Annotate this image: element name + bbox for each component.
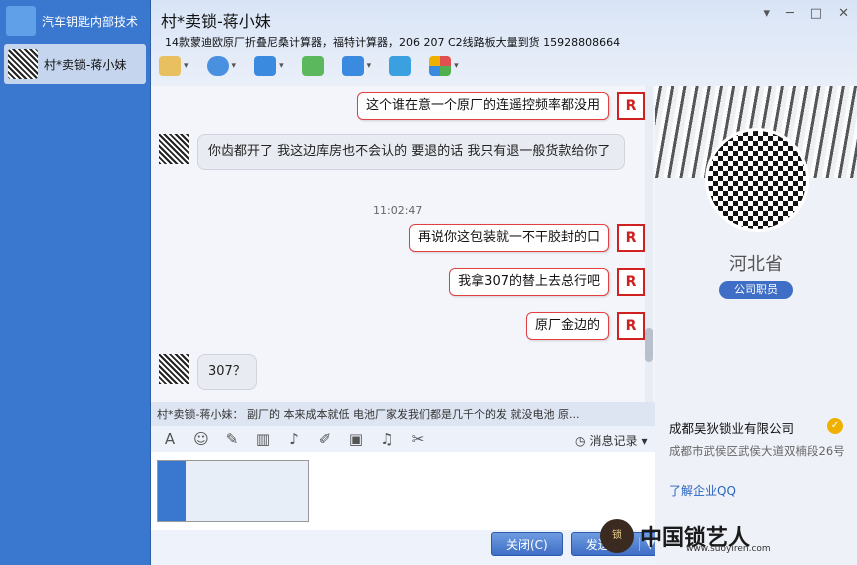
maximize-icon[interactable]: □ [810,6,822,21]
file-transfer-button[interactable]: ▾ [254,56,284,76]
chat-title: 村*卖锁-蒋小妹 [161,12,271,31]
scissors-icon[interactable]: ✂ [409,430,427,448]
contact-profile-panel: 河北省 公司职员 成都吴狄锁业有限公司 ✓ 成都市武侯区武侯大道双楠段26号 了… [655,86,857,565]
voice-message-icon[interactable]: ♪ [285,430,303,448]
microphone-icon [159,56,181,76]
share-screen-icon [389,56,412,76]
remote-desktop-button[interactable]: ▾ [341,56,371,76]
contact-avatar [159,134,189,164]
message-incoming: 你齿都开了 我这边库房也不会认的 要退的话 我只有退一般货款给你了 [159,134,625,170]
window-controls: ▾ ─ □ ✕ [763,6,849,21]
message-bubble: 原厂金边的 [525,312,609,340]
history-label: 消息记录 [589,434,638,448]
sidebar-item-contact[interactable]: 村*卖锁-蒋小妹 [4,44,146,84]
folder-icon [254,56,277,76]
create-discussion-button[interactable] [301,56,324,76]
company-address: 成都市武侯区武侯大道双楠段26号 [669,444,845,458]
font-icon[interactable]: A [161,430,179,448]
profile-role-badge: 公司职员 [719,281,793,299]
scrollbar-thumb[interactable] [645,328,653,362]
message-outgoing: 我拿307的替上去总行吧 R [449,268,645,296]
self-avatar: R [617,312,645,340]
verified-icon: ✓ [827,418,843,434]
profile-avatar[interactable] [705,128,809,232]
new-message-preview[interactable]: 村*卖锁-蒋小妹： 副厂的 本来成本就低 电池厂家发我们都是几千个的发 就没电池… [151,402,655,426]
profile-province: 河北省 [729,254,783,275]
apps-grid-icon [429,56,452,76]
emoji-icon[interactable]: ☺ [192,430,210,448]
message-bubble: 307？ [197,354,257,390]
message-bubble: 再说你这包装就一不干胶封的口 [408,224,609,252]
contact-avatar [8,49,38,79]
message-bubble: 我拿307的替上去总行吧 [449,268,609,296]
message-history-button[interactable]: ◷ 消息记录 ▾ [575,432,648,449]
edit-icon[interactable]: ✐ [316,430,334,448]
camera-icon [206,56,229,76]
minimize-icon[interactable]: ─ [786,6,794,21]
sidebar-item-label: 汽车钥匙内部技术 [42,14,139,29]
message-outgoing: 再说你这包装就一不干胶封的口 R [408,224,645,252]
sidebar-item-group[interactable]: 汽车钥匙内部技术 [0,0,150,42]
menu-icon[interactable]: ▾ [763,6,770,21]
watermark-logo: 锁 中国锁艺人 www.suoyiren.com [600,513,850,559]
chat-window: 村*卖锁-蒋小妹 14款蒙迪欧原厂折叠尼桑计算器，福特计算器，206 207 C… [151,0,857,565]
close-button[interactable]: 关闭(C) [491,532,563,556]
message-bubble: 这个谁在意一个原厂的连遥控频率都没用 [356,92,609,120]
watermark-url: www.suoyiren.com [686,544,771,554]
screen-share-button[interactable] [389,56,412,76]
message-timestamp: 11:02:47 [373,204,423,217]
video-call-button[interactable]: ▾ [206,56,236,76]
logo-seal-icon: 锁 [600,519,634,553]
conversation-sidebar: 汽车钥匙内部技术 村*卖锁-蒋小妹 [0,0,151,565]
message-incoming: 307？ [159,354,257,390]
message-input[interactable] [151,452,655,530]
company-name: 成都吴狄锁业有限公司 [669,421,795,436]
group-avatar [6,6,36,36]
self-avatar: R [617,92,645,120]
magic-icon[interactable]: ✎ [223,430,241,448]
message-scrollbar[interactable] [645,86,653,402]
message-outgoing: 原厂金边的 R [525,312,645,340]
message-list[interactable]: 这个谁在意一个原厂的连遥控频率都没用 R 你齿都开了 我这边库房也不会认的 要退… [151,86,655,402]
vibrate-icon[interactable]: ▥ [254,430,272,448]
message-outgoing: 这个谁在意一个原厂的连遥控频率都没用 R [356,92,645,120]
sidebar-item-label: 村*卖锁-蒋小妹 [44,57,127,72]
chat-add-icon [301,56,324,76]
contact-avatar [159,354,189,384]
monitor-icon [341,56,364,76]
image-icon[interactable]: ▣ [347,430,365,448]
editor-toolbar: A ☺ ✎ ▥ ♪ ✐ ▣ ♫ ✂ [161,430,427,448]
chat-toolbar: ▾ ▾ ▾ ▾ ▾ [159,56,459,76]
apps-button[interactable]: ▾ [429,56,459,76]
self-avatar: R [617,224,645,252]
message-bubble: 你齿都开了 我这边库房也不会认的 要退的话 我只有退一般货款给你了 [197,134,625,170]
pasted-screenshot-thumbnail[interactable] [157,460,309,522]
chevron-down-icon: ▾ [641,433,648,448]
music-icon[interactable]: ♫ [378,430,396,448]
enterprise-qq-link[interactable]: 了解企业QQ [669,482,736,499]
voice-call-button[interactable]: ▾ [159,56,189,76]
close-icon[interactable]: ✕ [838,6,849,21]
self-avatar: R [617,268,645,296]
contact-signature: 14款蒙迪欧原厂折叠尼桑计算器，福特计算器，206 207 C2线路板大量到货 … [165,36,621,49]
clock-icon: ◷ [575,433,586,448]
